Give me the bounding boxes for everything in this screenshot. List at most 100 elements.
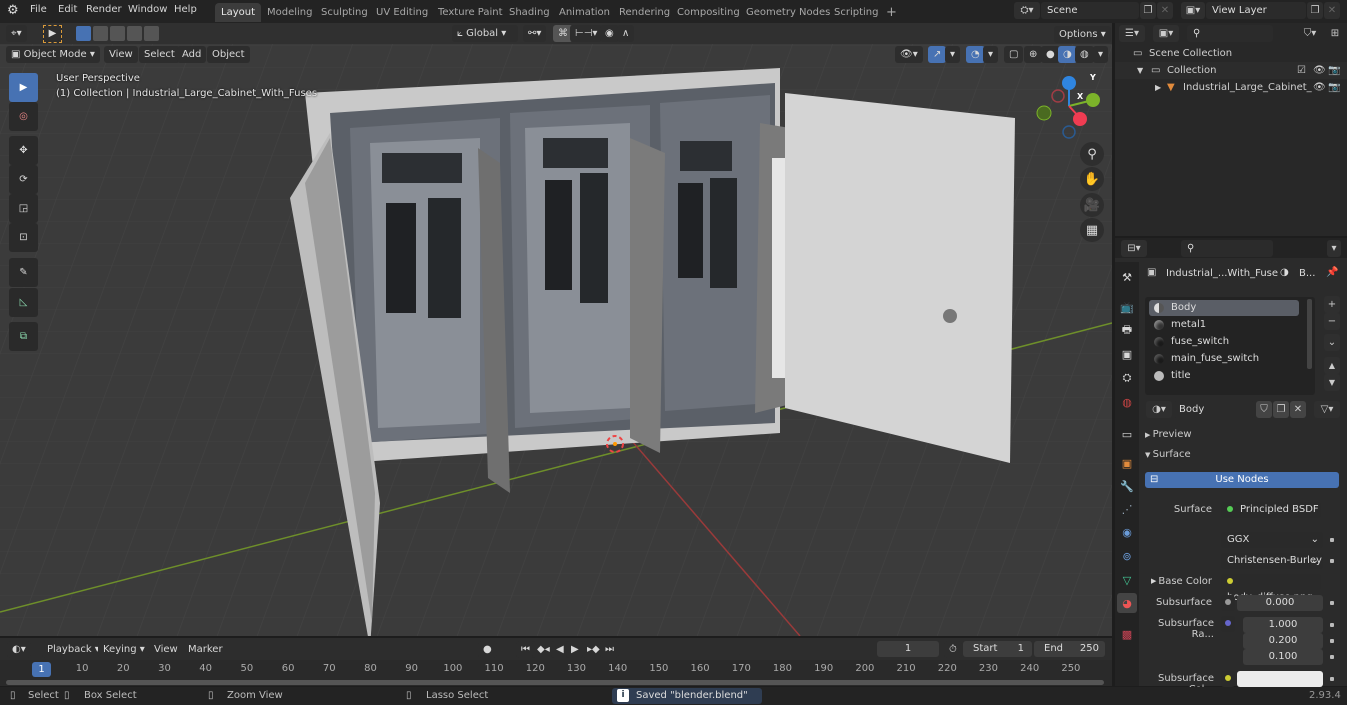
keyframe-dot[interactable] [1330,601,1334,605]
select-new-icon[interactable] [76,26,91,41]
scene-selector-icon[interactable]: ⛭▾ [1014,2,1040,19]
output-tab-icon[interactable]: 🖶 [1117,320,1137,340]
properties-editor-type-icon[interactable]: ⊟▾ [1121,240,1147,257]
render-camera-icon[interactable]: 📷 [1328,62,1340,79]
ortho-grid-icon[interactable]: ▦ [1080,218,1104,242]
object-mode-dropdown[interactable]: ▣ Object Mode ▾ [6,46,100,63]
overlay-toggle-icon[interactable]: ◔ [966,46,985,63]
tab-geometry-nodes[interactable]: Geometry Nodes [740,3,836,22]
add-cube-tool[interactable]: ⧉ [9,322,38,351]
pivot-dropdown[interactable]: ⚯▾ [523,25,547,42]
tab-layout[interactable]: Layout [215,3,261,22]
outliner-object[interactable]: ▶ ▼ Industrial_Large_Cabinet_ 👁 📷 [1115,79,1347,96]
view-layer-icon[interactable]: ▣▾ [1181,2,1205,19]
menu-view[interactable]: View [104,46,138,63]
pan-hand-icon[interactable]: ✋ [1080,167,1104,191]
select-intersect-icon[interactable] [144,26,159,41]
subsurface-radius-socket[interactable] [1221,616,1235,632]
proportional-edit-icon[interactable]: ◉ [600,25,619,42]
falloff-icon[interactable]: ∧ [617,25,635,42]
properties-options-dropdown[interactable]: ▾ [1327,240,1341,257]
tab-modeling[interactable]: Modeling [261,3,319,22]
delete-view-layer-icon[interactable]: ✕ [1324,2,1340,19]
properties-search-input[interactable]: ⚲ [1181,240,1273,257]
material-slot[interactable]: title [1149,368,1299,384]
solid-shading-icon[interactable]: ● [1041,46,1060,63]
orientation-dropdown[interactable]: ⟀ Global ▾ [452,25,518,42]
fake-user-icon[interactable]: ⛉ [1256,401,1272,418]
surface-panel-header[interactable]: ▼ Surface [1145,447,1342,463]
menu-file[interactable]: File [30,4,47,15]
scene-name-field[interactable]: Scene [1041,2,1139,19]
gizmo-toggle-icon[interactable]: ↗ [928,46,947,63]
menu-help[interactable]: Help [174,4,197,15]
subsurface-socket[interactable] [1221,595,1235,611]
gizmo-dropdown[interactable]: ▾ [945,46,961,63]
snap-target-dropdown[interactable]: ⊢⊣▾ [570,25,603,42]
gizmo-x-icon[interactable] [1073,112,1087,126]
base-color-texture-field[interactable]: body_diffuse.png [1221,574,1321,603]
keyframe-dot[interactable] [1330,677,1334,681]
material-name-field[interactable]: Body [1173,401,1255,418]
move-slot-down-button[interactable]: ▼ [1324,374,1340,391]
expand-arrow-icon[interactable]: ▼ [1137,62,1143,79]
material-slot[interactable]: main_fuse_switch [1149,351,1299,367]
select-subtract-icon[interactable] [110,26,125,41]
add-workspace-button[interactable]: + [880,3,903,22]
modifier-tab-icon[interactable]: 🔧 [1117,476,1137,496]
timeline-editor-type-icon[interactable]: ◐▾ [7,641,31,658]
new-scene-icon[interactable]: ❐ [1140,2,1156,19]
collection-tab-icon[interactable]: ▭ [1117,424,1137,444]
object-tab-icon[interactable]: ▣ [1117,453,1137,473]
scale-tool[interactable]: ◲ [9,194,38,223]
world-tab-icon[interactable]: ◍ [1117,392,1137,412]
view-layer-tab-icon[interactable]: ▣ [1117,344,1137,364]
keyframe-dot[interactable] [1330,538,1334,542]
visibility-eye-icon[interactable]: 👁 [1313,62,1326,79]
material-preview-shading-icon[interactable]: ◑ [1058,46,1077,63]
subsurface-value-field[interactable]: 0.000 [1237,595,1323,611]
current-frame-field[interactable]: 1 [877,641,939,657]
annotate-tool[interactable]: ✎ [9,258,38,287]
duplicate-material-icon[interactable]: ❐ [1273,401,1289,418]
measure-tool[interactable]: ◺ [9,288,38,317]
material-slot[interactable]: Body [1149,300,1299,316]
expand-arrow-icon[interactable]: ▶ [1155,79,1161,96]
timeline-view-menu[interactable]: View [149,641,183,658]
outliner-scene-collection[interactable]: ▭ Scene Collection [1115,45,1347,62]
menu-select[interactable]: Select [139,46,180,63]
menu-object[interactable]: Object [207,46,250,63]
shading-dropdown[interactable]: ▾ [1093,46,1109,63]
outliner-search-input[interactable]: ⚲ [1187,25,1273,42]
gizmo-y-icon[interactable] [1086,93,1100,107]
tab-texture-paint[interactable]: Texture Paint [432,3,509,22]
outliner-display-mode-icon[interactable]: ☰▾ [1119,25,1145,42]
slot-specials-dropdown[interactable]: ⌄ [1324,334,1340,351]
editor-type-icon[interactable]: ⌖▾ [6,25,27,42]
jump-end-icon[interactable]: ⏭ [600,641,619,658]
tab-uv-editing[interactable]: UV Editing [370,3,434,22]
rotate-tool[interactable]: ⟳ [9,165,38,194]
render-tab-icon[interactable]: 📺 [1117,297,1137,317]
scene-tab-icon[interactable]: ⛭ [1117,368,1137,388]
subsurface-radius-z-field[interactable]: 0.100 [1243,649,1323,665]
select-tool-icon[interactable]: ▶ [43,25,62,43]
outliner-collection[interactable]: ▼ ▭ Collection ☑ 👁 📷 [1115,62,1347,79]
end-frame-field[interactable]: End 250 [1034,641,1105,657]
move-slot-up-button[interactable]: ▲ [1324,357,1340,374]
visibility-eye-icon[interactable]: 👁 [1313,79,1326,96]
menu-window[interactable]: Window [128,4,167,15]
distribution-dropdown[interactable]: GGX ⌄ [1221,532,1323,548]
surface-shader-dropdown[interactable]: Principled BSDF [1221,502,1321,518]
tab-animation[interactable]: Animation [553,3,616,22]
zoom-view-icon[interactable]: ⚲ [1080,142,1104,166]
subsurface-color-socket[interactable] [1221,671,1235,687]
subsurface-method-dropdown[interactable]: Christensen-Burley ⌄ [1221,553,1323,569]
cursor-tool[interactable]: ◎ [9,102,38,131]
status-message[interactable]: i Saved "blender.blend" [612,688,762,704]
playhead[interactable]: 1 [32,662,51,677]
view-layer-field[interactable]: View Layer [1206,2,1306,19]
tab-sculpting[interactable]: Sculpting [315,3,374,22]
subsurface-color-swatch[interactable] [1237,671,1323,687]
xray-toggle-icon[interactable]: ▢ [1004,46,1024,63]
